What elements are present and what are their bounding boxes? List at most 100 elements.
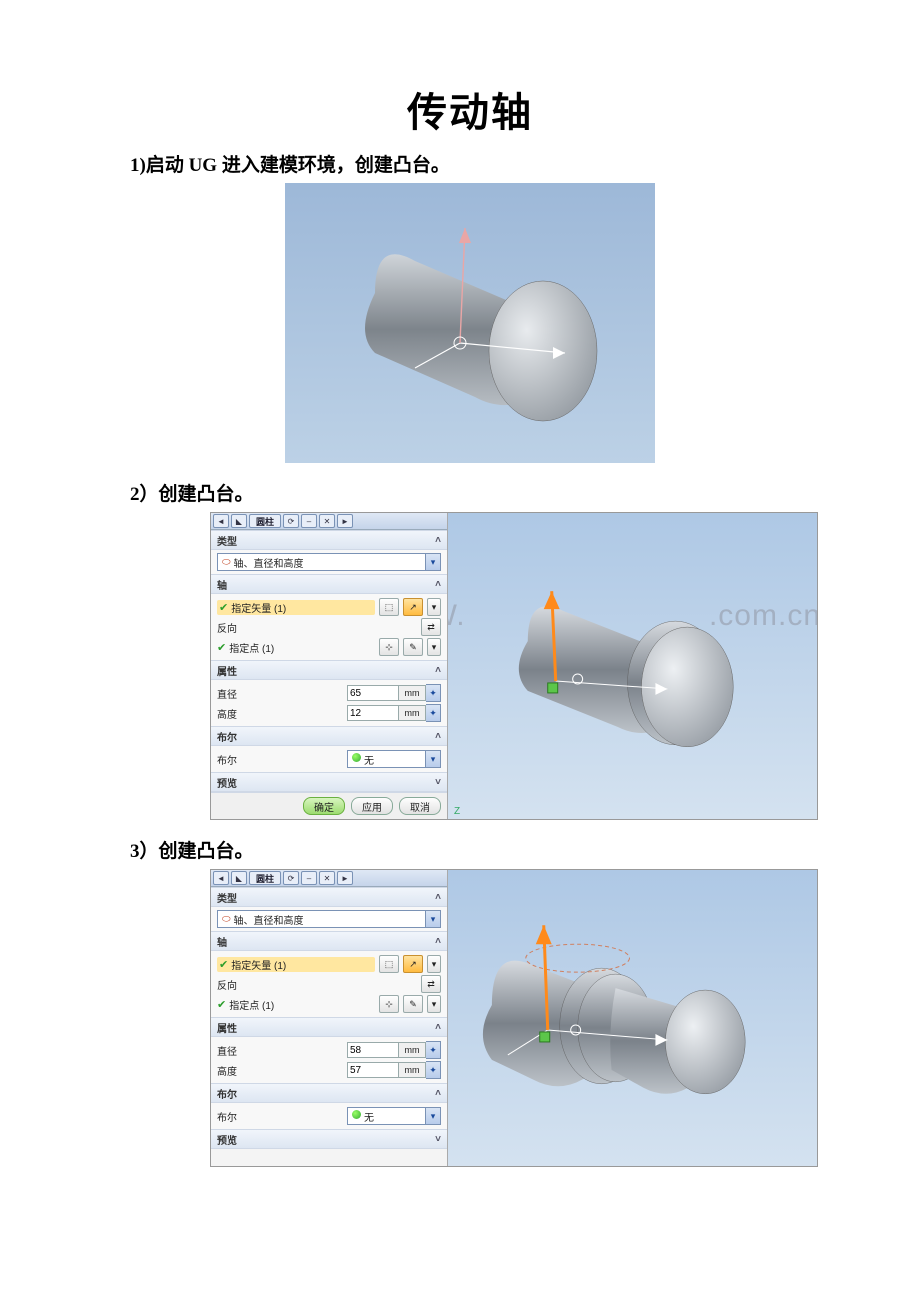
cylinder-dialog: ◄ ◣ 圆柱 ⟳ – ✕ ► 类型 ˄ ⬭轴、直径和高度 ▾ 轴 ˄ xyxy=(211,870,448,1166)
chevron-up-icon: ˄ xyxy=(435,579,441,590)
dialog-titlebar: ◄ ◣ 圆柱 ⟳ – ✕ ► xyxy=(211,870,447,887)
viewport-2: WWW. .com.cn xyxy=(448,513,817,819)
section-axis[interactable]: 轴 ˄ xyxy=(211,574,447,594)
reverse-label: 反向 xyxy=(217,977,417,992)
point-dropdown-button[interactable]: ▾ xyxy=(427,638,441,656)
point-dropdown-button[interactable]: ▾ xyxy=(427,995,441,1013)
titlebar-close-icon[interactable]: ✕ xyxy=(319,871,335,885)
titlebar-pin-icon[interactable]: ⟳ xyxy=(283,871,299,885)
step-3-num: 3） xyxy=(130,841,159,862)
section-type[interactable]: 类型 ˄ xyxy=(211,530,447,550)
vector-label: 指定矢量 (1) xyxy=(231,600,286,615)
section-bool-label: 布尔 xyxy=(217,1086,237,1101)
vector-infer-button[interactable]: ↗ xyxy=(403,955,423,973)
step-3: 3）创建凸台。 xyxy=(130,836,810,863)
point-row: ✔指定点 (1) xyxy=(217,997,375,1012)
axis-z-label: Z xyxy=(454,806,460,817)
section-bool[interactable]: 布尔 ˄ xyxy=(211,1083,447,1103)
titlebar-next-icon[interactable]: ► xyxy=(337,514,353,528)
apply-button[interactable]: 应用 xyxy=(351,797,393,815)
titlebar-pin-icon[interactable]: ⟳ xyxy=(283,514,299,528)
dialog-title: 圆柱 xyxy=(249,514,281,528)
section-attr[interactable]: 属性 ˄ xyxy=(211,1017,447,1037)
vector-infer-button[interactable]: ↗ xyxy=(403,598,423,616)
cylinder-icon: ⬭ xyxy=(222,914,231,925)
figure-1 xyxy=(285,183,655,463)
bool-combo[interactable]: 无 ▾ xyxy=(347,1107,441,1125)
section-type[interactable]: 类型 ˄ xyxy=(211,887,447,907)
bool-label: 布尔 xyxy=(217,752,343,767)
titlebar-prev-icon[interactable]: ◄ xyxy=(213,871,229,885)
height-input[interactable] xyxy=(347,1062,399,1078)
vector-pick-button[interactable]: ⬚ xyxy=(379,955,399,973)
diameter-input[interactable] xyxy=(347,685,399,701)
unit-label: mm xyxy=(399,1062,426,1078)
bool-label: 布尔 xyxy=(217,1109,343,1124)
point-pick-button[interactable]: ⊹ xyxy=(379,995,399,1013)
check-icon: ✔ xyxy=(219,601,228,614)
titlebar-next-icon[interactable]: ► xyxy=(337,871,353,885)
dropdown-icon: ▾ xyxy=(425,751,440,767)
unit-label: mm xyxy=(399,705,426,721)
dialog-titlebar: ◄ ◣ 圆柱 ⟳ – ✕ ► xyxy=(211,513,447,530)
diameter-label: 直径 xyxy=(217,1043,343,1058)
figure-2: ◄ ◣ 圆柱 ⟳ – ✕ ► 类型 ˄ ⬭轴、直径和高度 ▾ 轴 ˄ xyxy=(210,512,818,820)
step-2-text: 创建凸台。 xyxy=(159,484,254,505)
diameter-stepper[interactable]: ✦ xyxy=(426,1041,441,1059)
check-icon: ✔ xyxy=(217,998,226,1011)
cancel-button[interactable]: 取消 xyxy=(399,797,441,815)
dropdown-icon: ▾ xyxy=(425,554,440,570)
vector-row: ✔指定矢量 (1) xyxy=(217,600,375,615)
height-label: 高度 xyxy=(217,1063,343,1078)
vector-dropdown-button[interactable]: ▾ xyxy=(427,598,441,616)
vector-pick-button[interactable]: ⬚ xyxy=(379,598,399,616)
titlebar-tool-icon[interactable]: ◣ xyxy=(231,871,247,885)
vector-dropdown-button[interactable]: ▾ xyxy=(427,955,441,973)
point-label: 指定点 (1) xyxy=(229,640,274,655)
vector-label: 指定矢量 (1) xyxy=(231,957,286,972)
section-axis[interactable]: 轴 ˄ xyxy=(211,931,447,951)
doc-title: 传动轴 xyxy=(130,80,810,138)
viewport-3 xyxy=(448,870,817,1166)
titlebar-min-icon[interactable]: – xyxy=(301,514,317,528)
height-stepper[interactable]: ✦ xyxy=(426,1061,441,1079)
height-input[interactable] xyxy=(347,705,399,721)
step-3-text: 创建凸台。 xyxy=(159,841,254,862)
titlebar-close-icon[interactable]: ✕ xyxy=(319,514,335,528)
check-icon: ✔ xyxy=(217,641,226,654)
diameter-stepper[interactable]: ✦ xyxy=(426,684,441,702)
section-attr-label: 属性 xyxy=(217,1020,237,1035)
section-preview-label: 预览 xyxy=(217,1132,237,1147)
cylinder-icon: ⬭ xyxy=(222,557,231,568)
section-attr-label: 属性 xyxy=(217,663,237,678)
step-2: 2）创建凸台。 xyxy=(130,479,810,506)
titlebar-prev-icon[interactable]: ◄ xyxy=(213,514,229,528)
reverse-button[interactable]: ⇄ xyxy=(421,618,441,636)
point-infer-button[interactable]: ✎ xyxy=(403,638,423,656)
chevron-up-icon: ˄ xyxy=(435,1088,441,1099)
reverse-button[interactable]: ⇄ xyxy=(421,975,441,993)
step-2-num: 2） xyxy=(130,484,159,505)
point-infer-button[interactable]: ✎ xyxy=(403,995,423,1013)
chevron-up-icon: ˄ xyxy=(435,1022,441,1033)
section-preview[interactable]: 预览 ˅ xyxy=(211,772,447,792)
chevron-up-icon: ˄ xyxy=(435,936,441,947)
section-bool-label: 布尔 xyxy=(217,729,237,744)
type-combo[interactable]: ⬭轴、直径和高度 ▾ xyxy=(217,910,441,928)
titlebar-tool-icon[interactable]: ◣ xyxy=(231,514,247,528)
dialog-buttonbar: 确定 应用 取消 xyxy=(211,792,447,819)
bool-combo[interactable]: 无 ▾ xyxy=(347,750,441,768)
titlebar-min-icon[interactable]: – xyxy=(301,871,317,885)
section-preview[interactable]: 预览 ˅ xyxy=(211,1129,447,1149)
section-attr[interactable]: 属性 ˄ xyxy=(211,660,447,680)
vector-row: ✔指定矢量 (1) xyxy=(217,957,375,972)
point-pick-button[interactable]: ⊹ xyxy=(379,638,399,656)
ok-button[interactable]: 确定 xyxy=(303,797,345,815)
dropdown-icon: ▾ xyxy=(425,1108,440,1124)
section-bool[interactable]: 布尔 ˄ xyxy=(211,726,447,746)
step-1-text: 启动 UG 进入建模环境，创建凸台。 xyxy=(146,155,450,176)
height-stepper[interactable]: ✦ xyxy=(426,704,441,722)
type-combo[interactable]: ⬭轴、直径和高度 ▾ xyxy=(217,553,441,571)
diameter-input[interactable] xyxy=(347,1042,399,1058)
check-icon: ✔ xyxy=(219,958,228,971)
